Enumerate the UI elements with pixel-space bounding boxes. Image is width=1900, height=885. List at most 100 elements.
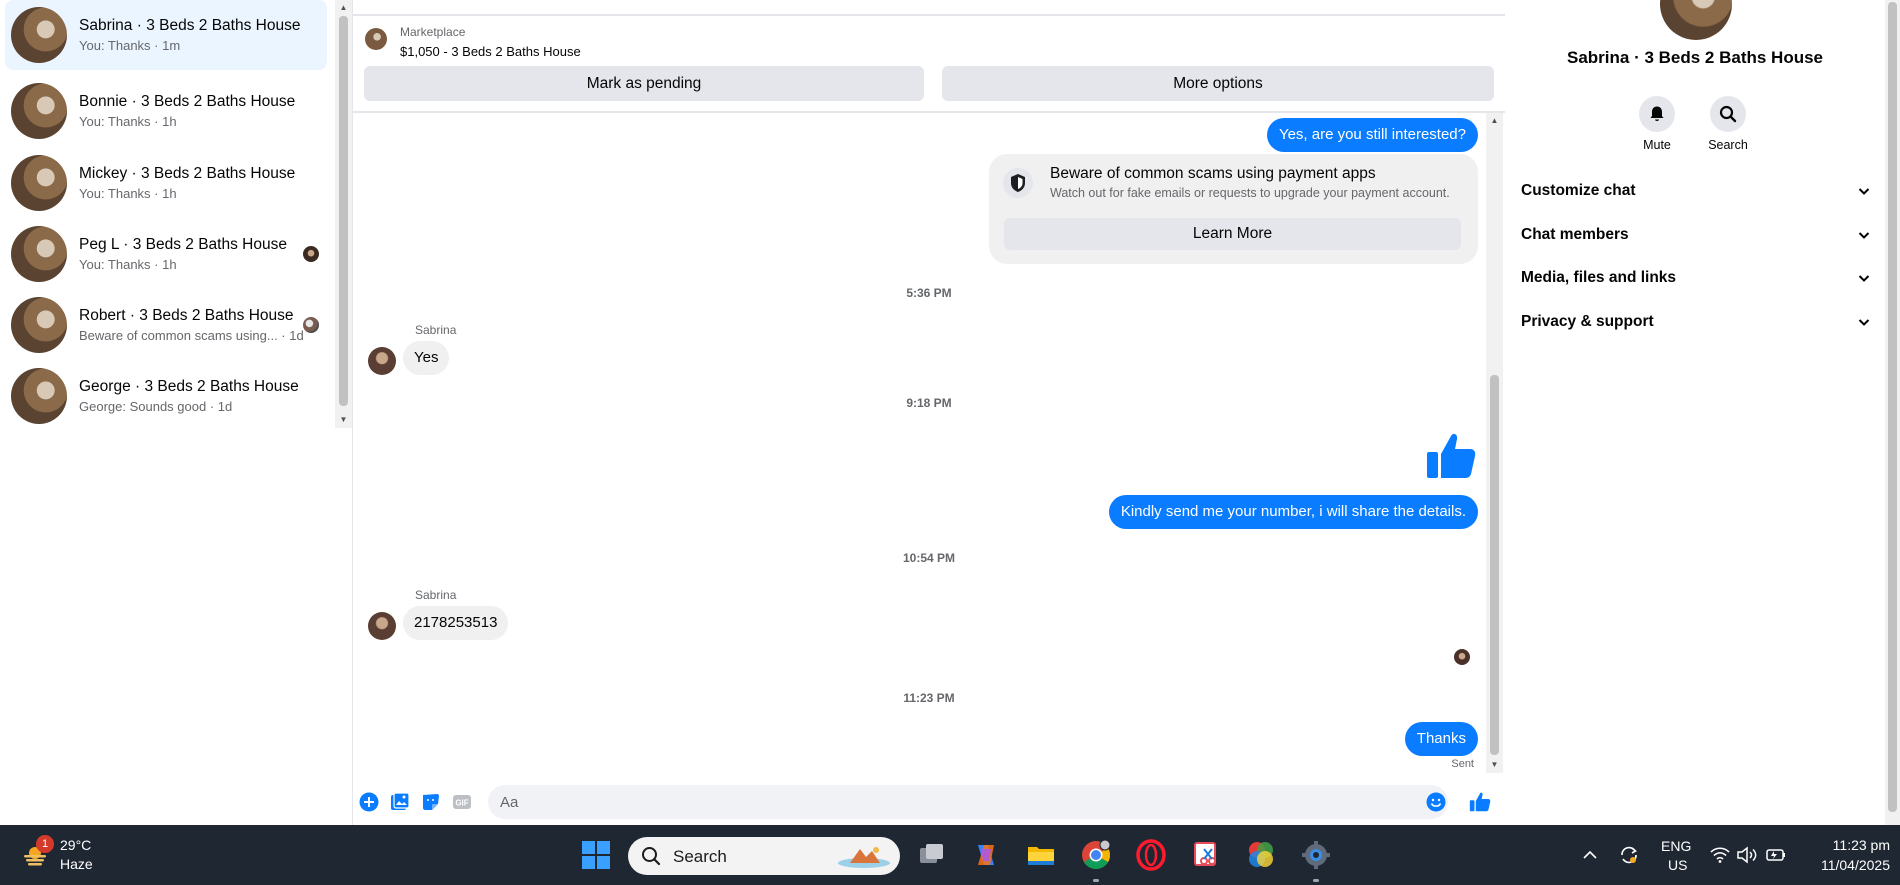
avatar	[11, 226, 67, 282]
chat-members-section[interactable]: Chat members	[1521, 217, 1871, 253]
sender-name: Sabrina	[415, 588, 457, 602]
settings-gear-icon[interactable]	[1300, 839, 1332, 871]
conversation-preview: Beware of common scams using... · 1d	[79, 327, 304, 343]
conversation-item-sabrina[interactable]: Sabrina · 3 Beds 2 Baths House You: Than…	[5, 0, 327, 70]
conversation-name: Sabrina · 3 Beds 2 Baths House	[79, 16, 301, 34]
sync-icon[interactable]	[1618, 844, 1640, 866]
message-outgoing[interactable]: Kindly send me your number, i will share…	[1108, 495, 1478, 529]
message-incoming[interactable]: 2178253513	[403, 606, 509, 640]
conversation-preview: You: Thanks · 1h	[79, 113, 177, 129]
avatar[interactable]	[368, 612, 396, 640]
message-status: Sent	[1451, 758, 1474, 770]
conversation-item-peg[interactable]: Peg L · 3 Beds 2 Baths House You: Thanks…	[5, 219, 327, 289]
scrollbar-thumb[interactable]	[339, 16, 348, 406]
privacy-support-section[interactable]: Privacy & support	[1521, 304, 1871, 340]
scrollbar-thumb[interactable]	[1888, 2, 1897, 812]
conversation-name: Mickey · 3 Beds 2 Baths House	[79, 164, 296, 182]
search-label: Search	[1708, 138, 1748, 152]
conversation-details-panel: Sabrina · 3 Beds 2 Baths House Mute Sear…	[1505, 0, 1885, 825]
mute-label: Mute	[1643, 138, 1671, 152]
gallery-icon[interactable]	[390, 792, 410, 812]
listing-title[interactable]: $1,050 - 3 Beds 2 Baths House	[400, 44, 581, 59]
scroll-down-arrow-icon[interactable]: ▼	[1486, 757, 1503, 773]
page-scrollbar[interactable]	[1885, 0, 1900, 825]
learn-more-button[interactable]: Learn More	[1004, 218, 1461, 250]
scroll-down-arrow-icon[interactable]: ▼	[335, 412, 352, 428]
running-indicator	[1313, 879, 1319, 882]
file-explorer-icon[interactable]	[1025, 839, 1057, 871]
avatar	[11, 83, 67, 139]
timestamp: 11:23 PM	[903, 691, 955, 705]
section-label: Privacy & support	[1521, 313, 1654, 330]
message-incoming[interactable]: Yes	[403, 341, 450, 375]
avatar[interactable]	[368, 347, 396, 375]
message-outgoing[interactable]: Yes, are you still interested?	[1266, 118, 1478, 152]
message-input[interactable]	[488, 785, 1448, 819]
chevron-down-icon	[1858, 319, 1870, 326]
avatar[interactable]	[1660, 0, 1732, 40]
send-like-icon[interactable]	[1469, 791, 1491, 813]
mark-as-pending-button[interactable]: Mark as pending	[364, 66, 924, 101]
media-files-links-section[interactable]: Media, files and links	[1521, 260, 1871, 296]
chat-scrollbar[interactable]: ▲ ▼	[1486, 113, 1503, 773]
listing-thumbnail[interactable]	[365, 28, 387, 50]
chevron-down-icon	[1858, 232, 1870, 239]
clock-date[interactable]: 11/04/2025	[1821, 857, 1890, 873]
avatar	[11, 368, 67, 424]
photos-app-icon[interactable]	[1245, 839, 1277, 871]
weather-condition: Haze	[60, 856, 93, 872]
chrome-icon[interactable]	[1080, 839, 1112, 871]
search-in-conversation-button[interactable]: Search	[1698, 96, 1758, 152]
wifi-icon[interactable]	[1710, 846, 1730, 864]
windows-taskbar: 1 29°C Haze Search ENG US 11:23 pm 11/04…	[0, 825, 1900, 885]
more-options-button[interactable]: More options	[942, 66, 1494, 101]
seen-avatar	[303, 317, 319, 333]
avatar	[11, 297, 67, 353]
sticker-icon[interactable]	[421, 792, 441, 812]
emoji-icon[interactable]	[1426, 792, 1446, 812]
scroll-up-arrow-icon[interactable]: ▲	[335, 0, 352, 16]
conversation-preview: George: Sounds good · 1d	[79, 398, 233, 414]
windows-start-icon[interactable]	[580, 839, 612, 871]
conversation-item-bonnie[interactable]: Bonnie · 3 Beds 2 Baths House You: Thank…	[5, 76, 327, 146]
timestamp: 10:54 PM	[902, 551, 956, 565]
marketplace-label: Marketplace	[400, 25, 466, 39]
keyboard-region[interactable]: US	[1668, 857, 1687, 873]
search-highlight-icon	[838, 847, 890, 868]
weather-widget[interactable]: 1 29°C Haze	[18, 835, 138, 875]
mute-button[interactable]: Mute	[1627, 96, 1687, 152]
seen-avatar	[303, 246, 319, 262]
snipping-tool-icon[interactable]	[1190, 839, 1222, 871]
conversation-item-robert[interactable]: Robert · 3 Beds 2 Baths House Beware of …	[5, 290, 327, 360]
customize-chat-section[interactable]: Customize chat	[1521, 173, 1871, 209]
conversation-item-mickey[interactable]: Mickey · 3 Beds 2 Baths House You: Thank…	[5, 148, 327, 218]
battery-charging-icon[interactable]	[1764, 847, 1786, 863]
search-icon	[642, 847, 661, 866]
conversation-item-george[interactable]: George · 3 Beds 2 Baths House George: So…	[5, 361, 327, 431]
clock-time[interactable]: 11:23 pm	[1833, 837, 1890, 853]
read-receipt-avatar	[1454, 649, 1470, 665]
message-outgoing[interactable]: Thanks	[1404, 722, 1478, 756]
conversation-preview: You: Thanks · 1h	[79, 256, 177, 272]
scam-warning-body: Watch out for fake emails or requests to…	[1050, 186, 1450, 200]
gif-icon[interactable]: GIF	[452, 792, 472, 812]
task-view-icon[interactable]	[916, 839, 948, 871]
thumbs-up-icon[interactable]	[1425, 430, 1477, 482]
copilot-icon[interactable]	[970, 839, 1002, 871]
conversation-name: Peg L · 3 Beds 2 Baths House	[79, 235, 287, 253]
scroll-up-arrow-icon[interactable]: ▲	[1486, 113, 1503, 129]
weather-temperature: 29°C	[60, 837, 92, 853]
composer: GIF	[353, 780, 1505, 825]
volume-icon[interactable]	[1736, 846, 1758, 864]
svg-text:GIF: GIF	[455, 799, 468, 808]
avatar	[11, 7, 67, 63]
timestamp: 5:36 PM	[906, 286, 952, 300]
opera-icon[interactable]	[1135, 839, 1167, 871]
taskbar-search[interactable]: Search	[628, 837, 900, 875]
chevron-up-icon[interactable]	[1582, 847, 1598, 863]
plus-circle-icon[interactable]	[359, 792, 379, 812]
conversation-list: Sabrina · 3 Beds 2 Baths House You: Than…	[0, 0, 335, 825]
conversation-list-scrollbar[interactable]: ▲ ▼	[335, 0, 352, 428]
keyboard-language[interactable]: ENG	[1661, 838, 1691, 854]
section-label: Chat members	[1521, 226, 1629, 243]
